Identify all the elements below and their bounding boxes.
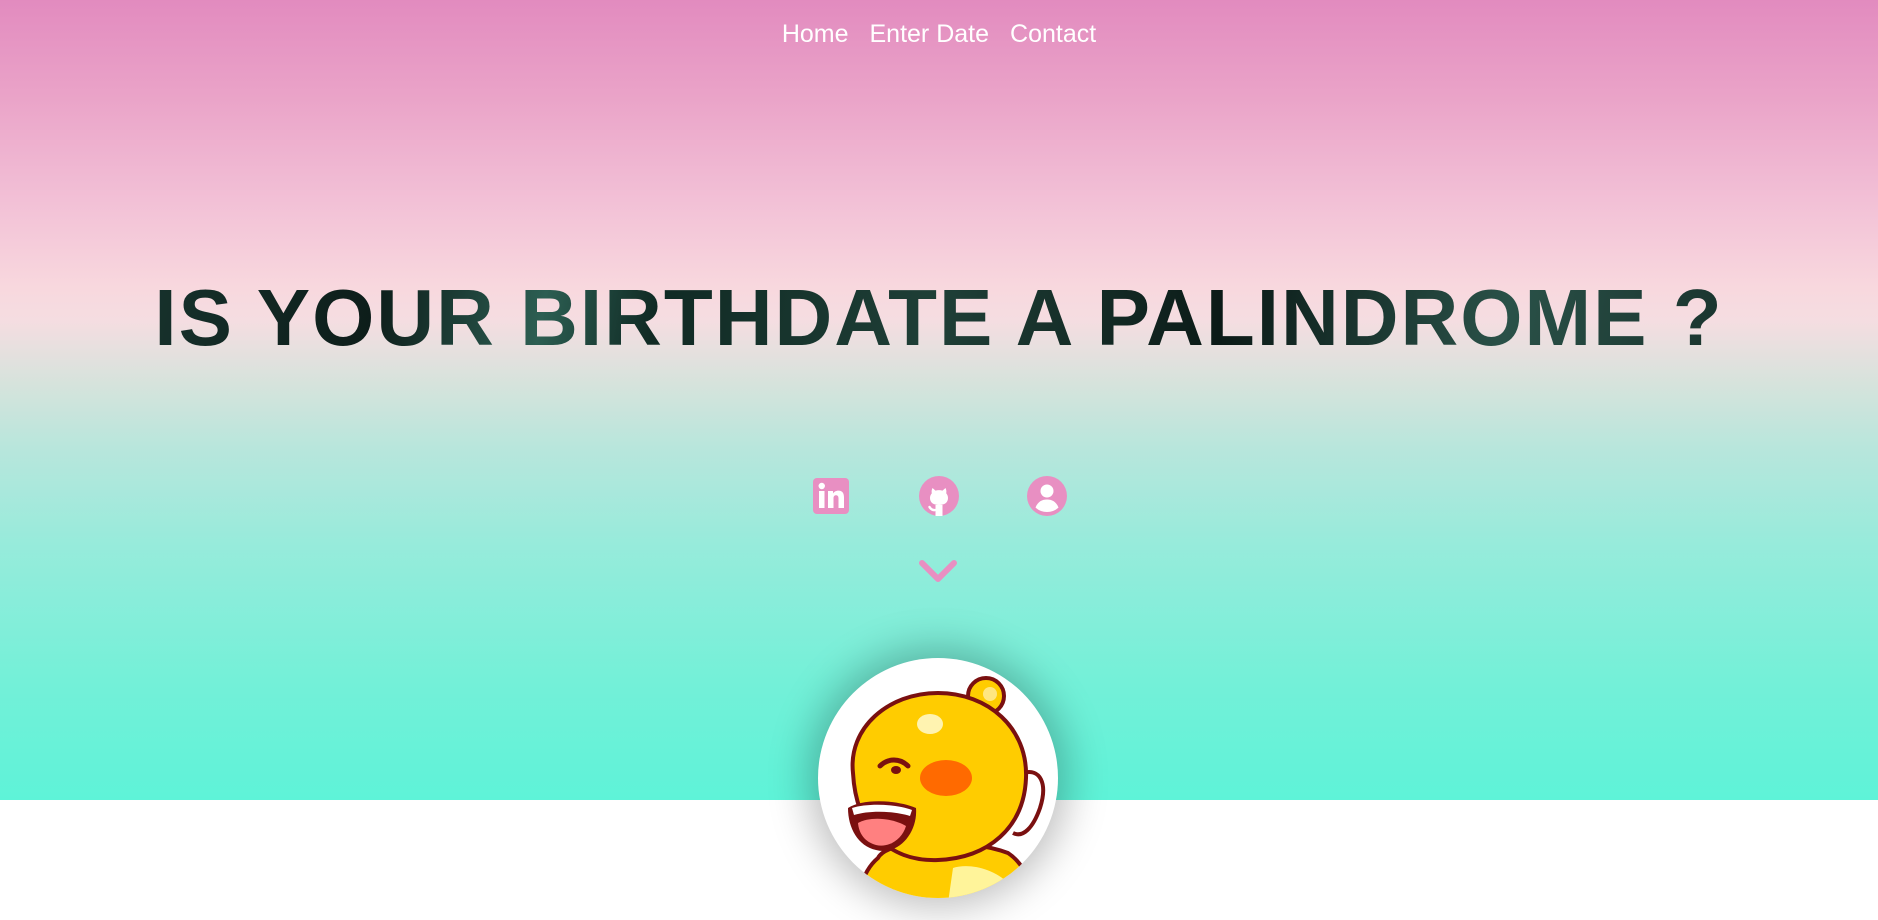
github-link[interactable] (919, 476, 959, 516)
nav-contact-link[interactable]: Contact (1010, 18, 1096, 50)
linkedin-icon (813, 478, 849, 514)
avatar (818, 658, 1058, 898)
social-links (0, 476, 1878, 516)
top-nav: Home Enter Date Contact (0, 18, 1878, 50)
page-title: IS YOUR BIRTHDATE A PALINDROME ? (0, 272, 1878, 364)
profile-link[interactable] (1027, 476, 1067, 516)
linkedin-link[interactable] (811, 476, 851, 516)
nav-home-link[interactable]: Home (782, 18, 849, 50)
user-profile-icon (1027, 476, 1067, 516)
chevron-down-icon (919, 560, 957, 582)
cartoon-bear-avatar (848, 676, 1046, 898)
github-icon (919, 476, 959, 516)
scroll-down-button[interactable] (919, 558, 957, 586)
nav-enter-date-link[interactable]: Enter Date (870, 18, 990, 50)
